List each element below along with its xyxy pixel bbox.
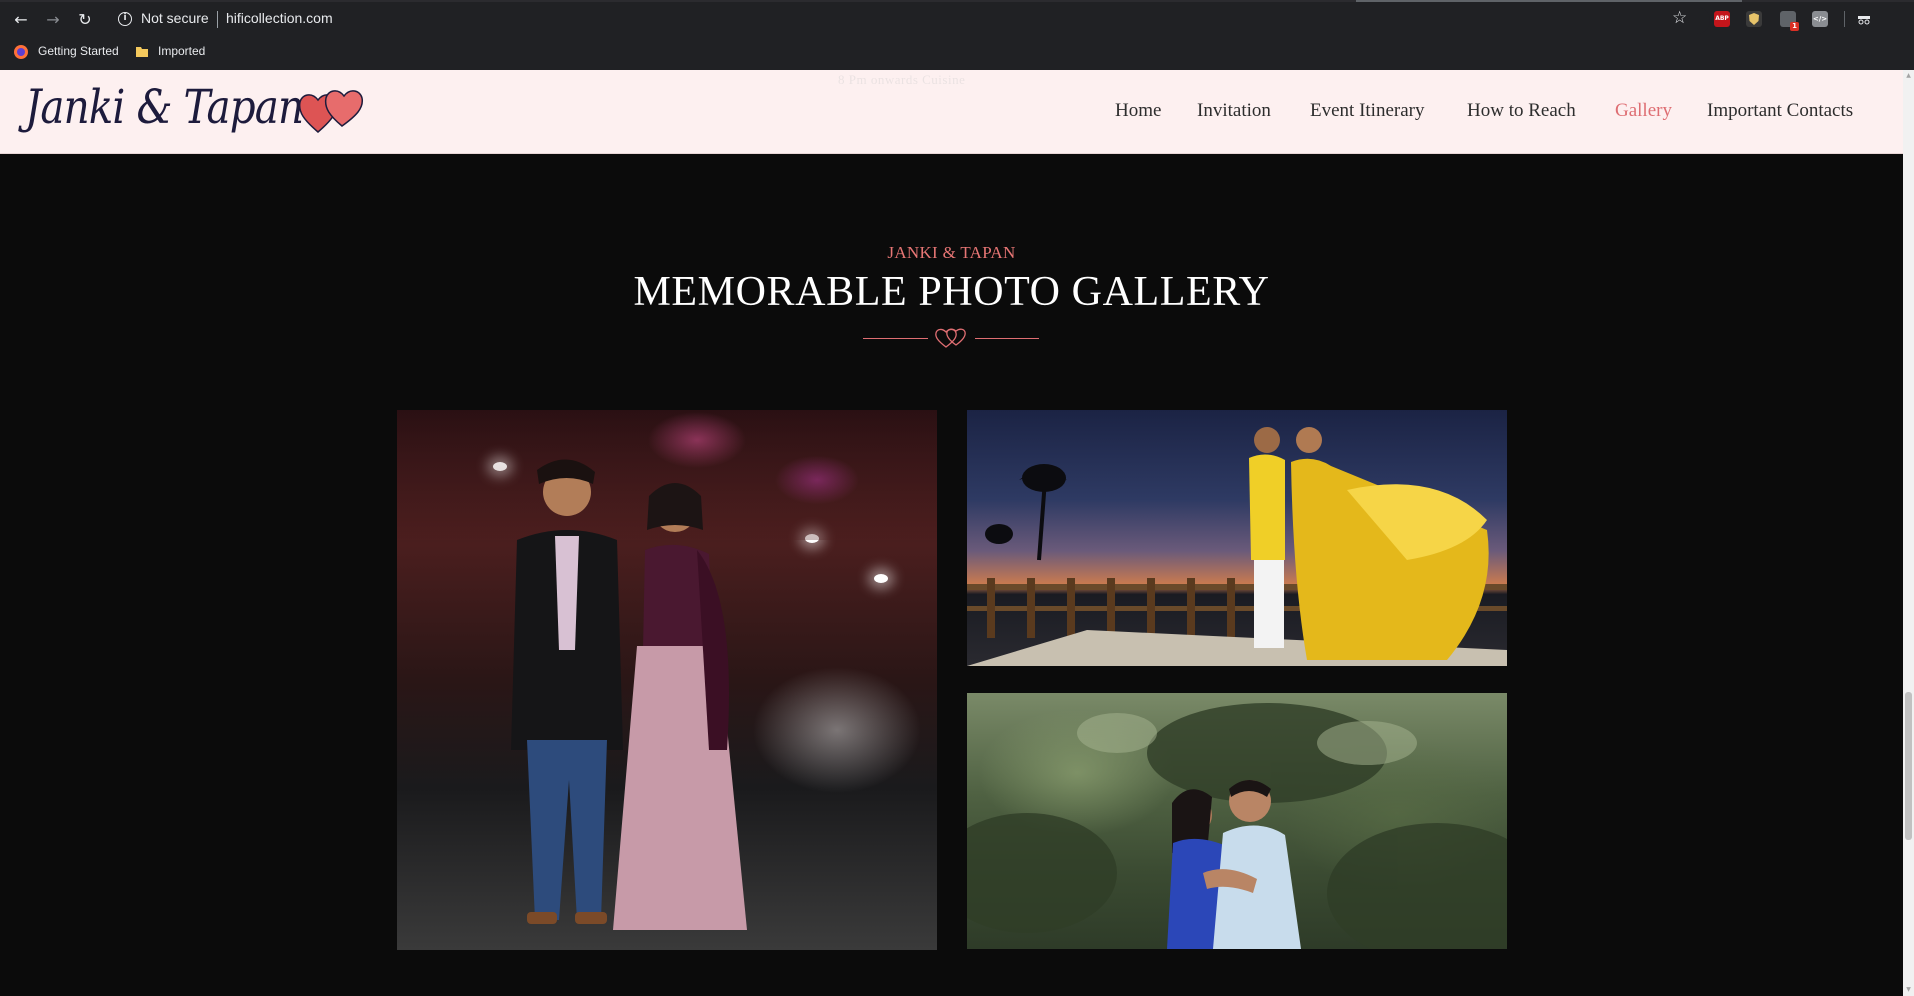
- couple-sunset-bridge-photo[interactable]: [967, 410, 1507, 666]
- shield-icon: [1749, 13, 1759, 25]
- bookmark-star-icon[interactable]: ☆: [1672, 8, 1687, 28]
- incognito-icon: [1858, 16, 1870, 25]
- scroll-down-icon[interactable]: ▼: [1905, 986, 1912, 993]
- nav-invitation[interactable]: Invitation: [1197, 100, 1271, 122]
- bookmark-getting-started[interactable]: Getting Started: [38, 44, 119, 58]
- address-bar[interactable]: [110, 7, 1710, 34]
- extension-icon[interactable]: 1: [1780, 11, 1799, 31]
- couple-night-street-photo[interactable]: [397, 410, 937, 950]
- nav-gallery[interactable]: Gallery: [1615, 100, 1672, 122]
- devtools-extension-icon[interactable]: </>: [1812, 11, 1828, 27]
- shield-extension-icon[interactable]: [1746, 11, 1762, 27]
- street-lamp: [874, 574, 888, 583]
- couple-figures: [511, 459, 747, 930]
- scrollbar-thumb[interactable]: [1905, 692, 1912, 840]
- security-status[interactable]: Not secure: [141, 10, 209, 26]
- bookmarks-bar: Getting Started Imported: [0, 38, 1914, 66]
- site-logo[interactable]: Janki & Tapan: [25, 80, 304, 135]
- couple-garden-photo[interactable]: [967, 693, 1507, 949]
- nav-event-itinerary[interactable]: Event Itinerary: [1310, 100, 1424, 122]
- back-button[interactable]: ←: [11, 10, 31, 30]
- sunset-scene: [967, 427, 1507, 666]
- divider-line-left: [863, 338, 928, 339]
- adblock-extension-icon[interactable]: ABP: [1714, 11, 1730, 27]
- toolbar-separator: [1844, 11, 1845, 27]
- profile-icon[interactable]: [1856, 11, 1872, 27]
- nav-home[interactable]: Home: [1115, 100, 1161, 122]
- hearts-logo-icon: [298, 90, 364, 133]
- info-icon[interactable]: i: [118, 12, 132, 26]
- page-scrollbar[interactable]: [1903, 70, 1914, 996]
- nav-how-to-reach[interactable]: How to Reach: [1467, 100, 1576, 122]
- gallery-kicker: JANKI & TAPAN: [887, 243, 1016, 262]
- address-separator: [217, 11, 218, 28]
- gallery-title: MEMORABLE PHOTO GALLERY: [633, 269, 1270, 315]
- adblock-label: ABP: [1715, 15, 1729, 22]
- garden-scene: [967, 703, 1507, 949]
- reload-button[interactable]: ↻: [75, 10, 95, 30]
- tab-indicator: [1356, 0, 1742, 2]
- scroll-up-icon[interactable]: ▲: [1905, 72, 1912, 79]
- forward-button[interactable]: →: [43, 10, 63, 30]
- divider-line-right: [975, 338, 1039, 339]
- nav-important-contacts[interactable]: Important Contacts: [1707, 100, 1853, 122]
- firefox-icon: [14, 45, 28, 59]
- browser-chrome: ← → ↻ i Not secure hificollection.com ☆ …: [0, 0, 1914, 70]
- faded-header-text: 8 Pm onwards Cuisine: [838, 72, 966, 87]
- folder-icon: [136, 47, 148, 57]
- bookmark-imported[interactable]: Imported: [158, 44, 205, 58]
- extension-badge: 1: [1790, 22, 1799, 31]
- url-text[interactable]: hificollection.com: [226, 10, 333, 26]
- hearts-divider-icon: [935, 328, 966, 348]
